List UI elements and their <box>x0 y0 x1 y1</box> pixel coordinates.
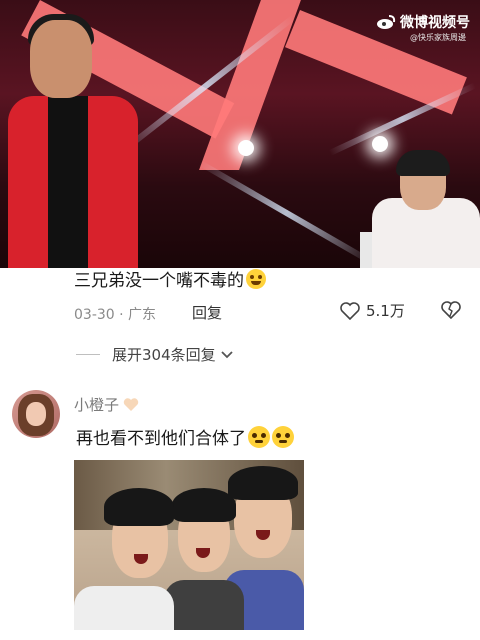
weibo-logo-icon <box>377 15 396 29</box>
figure-body <box>164 580 244 630</box>
crying-emoji-icon <box>248 426 270 448</box>
watermark-text: 微博视频号 <box>400 15 470 31</box>
meta-separator: · <box>119 307 124 323</box>
reply-button[interactable]: 回复 <box>192 302 222 323</box>
video-frame[interactable]: 微博视频号 @快乐家族周邊 <box>0 0 480 268</box>
like-button[interactable]: 5.1万 <box>340 300 405 321</box>
username-text: 小橙子 <box>74 396 120 414</box>
figure-hair <box>104 488 174 526</box>
username[interactable]: 小橙子 <box>74 394 139 415</box>
comment-image[interactable] <box>74 460 304 630</box>
chevron-down-icon <box>221 350 233 358</box>
guest-figure <box>372 150 480 268</box>
pleading-emoji-icon <box>272 426 294 448</box>
divider-line <box>76 354 100 355</box>
comment-meta: 03-30 · 广东 <box>74 304 156 324</box>
sweat-smile-emoji-icon <box>246 269 266 289</box>
weibo-watermark: 微博视频号 <box>376 12 470 32</box>
expand-replies-button[interactable]: 展开304条回复 <box>76 344 234 365</box>
like-count: 5.1万 <box>366 302 405 320</box>
comment-location: 广东 <box>128 307 157 323</box>
broken-heart-icon <box>441 301 461 320</box>
figure-hair <box>228 466 298 500</box>
heart-icon <box>340 301 360 320</box>
dislike-button[interactable] <box>440 300 462 324</box>
watermark-subtext: @快乐家族周邊 <box>410 33 466 42</box>
figure-body <box>74 586 174 630</box>
comment-body: 三兄弟没一个嘴不毒的 <box>74 271 244 291</box>
stage-light-beam <box>198 160 375 266</box>
figure-hair <box>172 488 236 522</box>
stage-lamp <box>238 140 254 156</box>
host-figure <box>8 14 148 268</box>
avatar[interactable] <box>12 390 60 438</box>
comment-body: 再也看不到他们合体了 <box>76 429 246 449</box>
expand-label: 展开304条回复 <box>112 346 216 364</box>
heart-badge-icon <box>123 397 139 411</box>
comment-text: 三兄弟没一个嘴不毒的 <box>74 266 266 291</box>
comment-date: 03-30 <box>74 307 115 323</box>
comment-text: 再也看不到他们合体了 <box>76 424 294 449</box>
